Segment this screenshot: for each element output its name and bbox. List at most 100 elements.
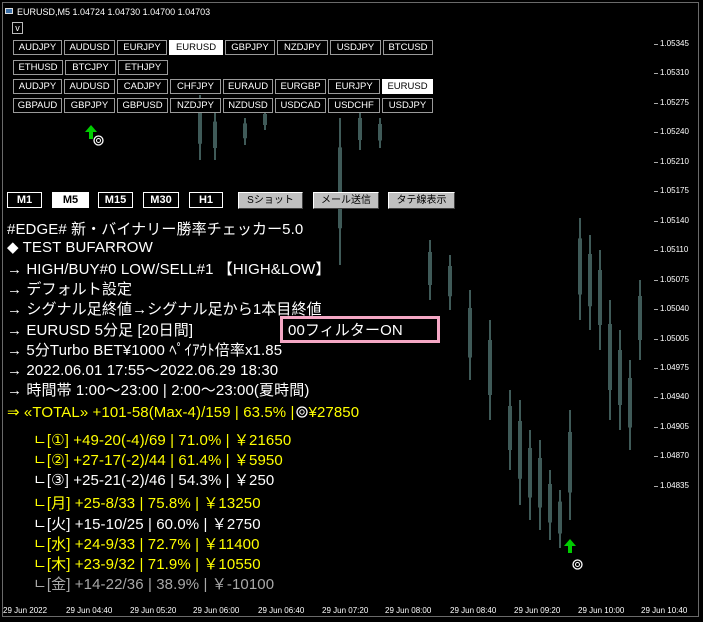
stats-total-text: ⇒ «TOTAL» +101-58(Max-4)/159 | 63.5% | — [7, 404, 295, 421]
price-label: 1.05005 — [660, 333, 689, 343]
symbol-button-eurusd[interactable]: EURUSD — [169, 40, 223, 55]
stats-round2: ㄴ[②] +27-17(-2)/44 | 61.4% | ￥5950 — [33, 452, 283, 469]
symbol-button-nzdusd[interactable]: NZDUSD — [223, 98, 273, 113]
symbol-button-gbpusd[interactable]: GBPUSD — [117, 98, 168, 113]
stats-symbol-period: → EURUSD 5分足 [20日間] — [7, 322, 194, 339]
stats-thursday: ㄴ[木] +23-9/32 | 71.9% | ￥10550 — [33, 556, 261, 573]
symbol-button-cadjpy[interactable]: CADJPY — [117, 79, 168, 94]
stats-wednesday: ㄴ[水] +24-9/33 | 72.7% | ￥11400 — [33, 536, 260, 553]
stats-hours: → 時間帯 1:00～23:00 | 2:00～23:00(夏時間) — [7, 382, 310, 399]
symbol-button-gbpjpy[interactable]: GBPJPY — [225, 40, 275, 55]
price-label: 1.05210 — [660, 156, 689, 166]
symbol-button-audjpy[interactable]: AUDJPY — [13, 40, 62, 55]
time-label: 29 Jun 06:00 — [193, 606, 240, 615]
price-tick — [654, 309, 658, 311]
price-tick — [654, 191, 658, 193]
stats-test-name: ◆ TEST BUFARROW — [7, 239, 153, 256]
price-label: 1.04975 — [660, 362, 689, 372]
chart-window[interactable]: { "window": {"title": "EURUSD,M5 1.04724… — [0, 0, 703, 622]
price-tick — [654, 102, 658, 104]
candle-body — [448, 266, 452, 297]
candle-body — [378, 124, 382, 141]
symbol-button-usdcad[interactable]: USDCAD — [275, 98, 326, 113]
price-tick — [654, 250, 658, 252]
timeframe-m1-button[interactable]: M1 — [7, 192, 42, 208]
filter-highlight — [280, 316, 440, 343]
symbol-button-euraud[interactable]: EURAUD — [223, 79, 273, 94]
symbol-button-eurgbp[interactable]: EURGBP — [275, 79, 326, 94]
candle-body — [488, 340, 492, 395]
symbol-button-chfjpy[interactable]: CHFJPY — [170, 79, 221, 94]
candle-body — [468, 308, 472, 358]
symbol-button-usdjpy[interactable]: USDJPY — [330, 40, 381, 55]
candle-body — [548, 484, 552, 523]
symbol-button-gbpjpy[interactable]: GBPJPY — [64, 98, 115, 113]
price-label: 1.04905 — [660, 421, 689, 431]
price-tick — [654, 44, 658, 45]
price-tick — [654, 220, 658, 222]
stats-round3: ㄴ[③] +25-21(-2)/46 | 54.3% | ￥250 — [33, 472, 275, 489]
candle-body — [518, 421, 522, 479]
symbol-button-gbpaud[interactable]: GBPAUD — [13, 98, 62, 113]
vertical-line-button[interactable]: タテ線表示 — [388, 192, 455, 209]
time-label: 29 Jun 05:20 — [130, 606, 177, 615]
price-tick — [654, 73, 658, 75]
stats-title: #EDGE# 新・バイナリー勝率チェッカー5.0 — [7, 221, 304, 238]
timeframe-m5-button[interactable]: M5 — [52, 192, 89, 208]
stats-monday: ㄴ[月] +25-8/33 | 75.8% | ￥13250 — [33, 495, 261, 512]
candle-body — [578, 238, 582, 295]
timeframe-m15-button[interactable]: M15 — [98, 192, 133, 208]
price-tick — [654, 426, 658, 428]
stats-total: ⇒ «TOTAL» +101-58(Max-4)/159 | 63.5% | ¥2… — [7, 403, 359, 421]
time-label: 29 Jun 07:20 — [322, 606, 369, 615]
symbol-button-usdjpy[interactable]: USDJPY — [382, 98, 433, 113]
symbol-button-nzdjpy[interactable]: NZDJPY — [170, 98, 221, 113]
stats-entry-rule: → シグナル足終値→シグナル足から1本目終値 — [7, 301, 322, 318]
timeframe-m30-button[interactable]: M30 — [143, 192, 179, 208]
price-label: 1.05110 — [660, 245, 689, 255]
symbol-button-btcusd[interactable]: BTCUSD — [383, 40, 433, 55]
symbol-button-eurjpy[interactable]: EURJPY — [117, 40, 167, 55]
time-label: 29 Jun 10:40 — [641, 606, 688, 615]
symbol-button-audjpy[interactable]: AUDJPY — [13, 79, 62, 94]
candle-body — [538, 458, 542, 508]
price-label: 1.04870 — [660, 451, 689, 461]
screenshot-button[interactable]: Sショット — [238, 192, 303, 209]
symbol-button-audusd[interactable]: AUDUSD — [64, 79, 115, 94]
symbol-button-ethjpy[interactable]: ETHJPY — [118, 60, 168, 75]
candle-body — [528, 448, 532, 498]
candle-body — [588, 254, 592, 307]
symbol-button-eurjpy[interactable]: EURJPY — [328, 79, 380, 94]
time-label: 29 Jun 09:20 — [514, 606, 561, 615]
time-label: 29 Jun 10:00 — [578, 606, 625, 615]
stats-period: → 2022.06.01 17:55～2022.06.29 18:30 — [7, 362, 279, 379]
symbol-button-btcjpy[interactable]: BTCJPY — [65, 60, 116, 75]
price-tick — [654, 485, 658, 487]
candle-body — [338, 147, 342, 229]
candle-body — [243, 123, 247, 139]
symbol-button-eurusd[interactable]: EURUSD — [382, 79, 433, 94]
price-label: 1.05175 — [660, 186, 689, 196]
stats-friday: ㄴ[金] +14-22/36 | 38.9% | ￥-10100 — [33, 576, 275, 593]
candle-body — [508, 406, 512, 450]
price-label: 1.05040 — [660, 304, 689, 314]
price-label: 1.04835 — [660, 480, 689, 490]
symbol-button-ethusd[interactable]: ETHUSD — [13, 60, 63, 75]
candle-body — [598, 270, 602, 325]
candle-body — [618, 350, 622, 405]
symbol-button-audusd[interactable]: AUDUSD — [64, 40, 115, 55]
symbol-button-nzdjpy[interactable]: NZDJPY — [277, 40, 328, 55]
candle-body — [608, 324, 612, 390]
time-label: 29 Jun 08:00 — [385, 606, 432, 615]
time-label: 29 Jun 08:40 — [450, 606, 497, 615]
candle-body — [568, 432, 572, 493]
symbol-button-usdchf[interactable]: USDCHF — [328, 98, 380, 113]
send-mail-button[interactable]: メール送信 — [313, 192, 379, 209]
price-label: 1.05240 — [660, 127, 689, 137]
timeframe-h1-button[interactable]: H1 — [189, 192, 223, 208]
result-circle-icon — [572, 559, 583, 570]
price-label: 1.04940 — [660, 392, 689, 402]
candle-body — [358, 118, 362, 140]
time-label: 29 Jun 06:40 — [258, 606, 305, 615]
time-label: 29 Jun 2022 — [3, 606, 48, 615]
